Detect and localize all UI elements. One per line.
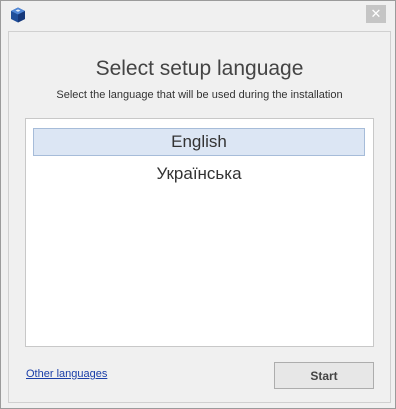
language-list[interactable]: English Українська xyxy=(25,118,374,347)
close-icon: ✕ xyxy=(370,6,382,22)
page-title: Select setup language xyxy=(95,57,304,80)
title-bar[interactable]: ✕ xyxy=(1,1,395,30)
other-languages-link[interactable]: Other languages xyxy=(26,368,107,380)
close-button[interactable]: ✕ xyxy=(366,5,386,23)
page-subtitle: Select the language that will be used du… xyxy=(56,89,343,101)
cube-logo-icon xyxy=(11,7,25,23)
start-button[interactable]: Start xyxy=(274,362,374,389)
list-item-english[interactable]: English xyxy=(33,128,365,156)
list-item-ukrainian[interactable]: Українська xyxy=(33,160,365,188)
installer-window: ✕ Select setup language Select the langu… xyxy=(0,0,396,409)
content-panel: Select setup language Select the languag… xyxy=(8,31,391,403)
